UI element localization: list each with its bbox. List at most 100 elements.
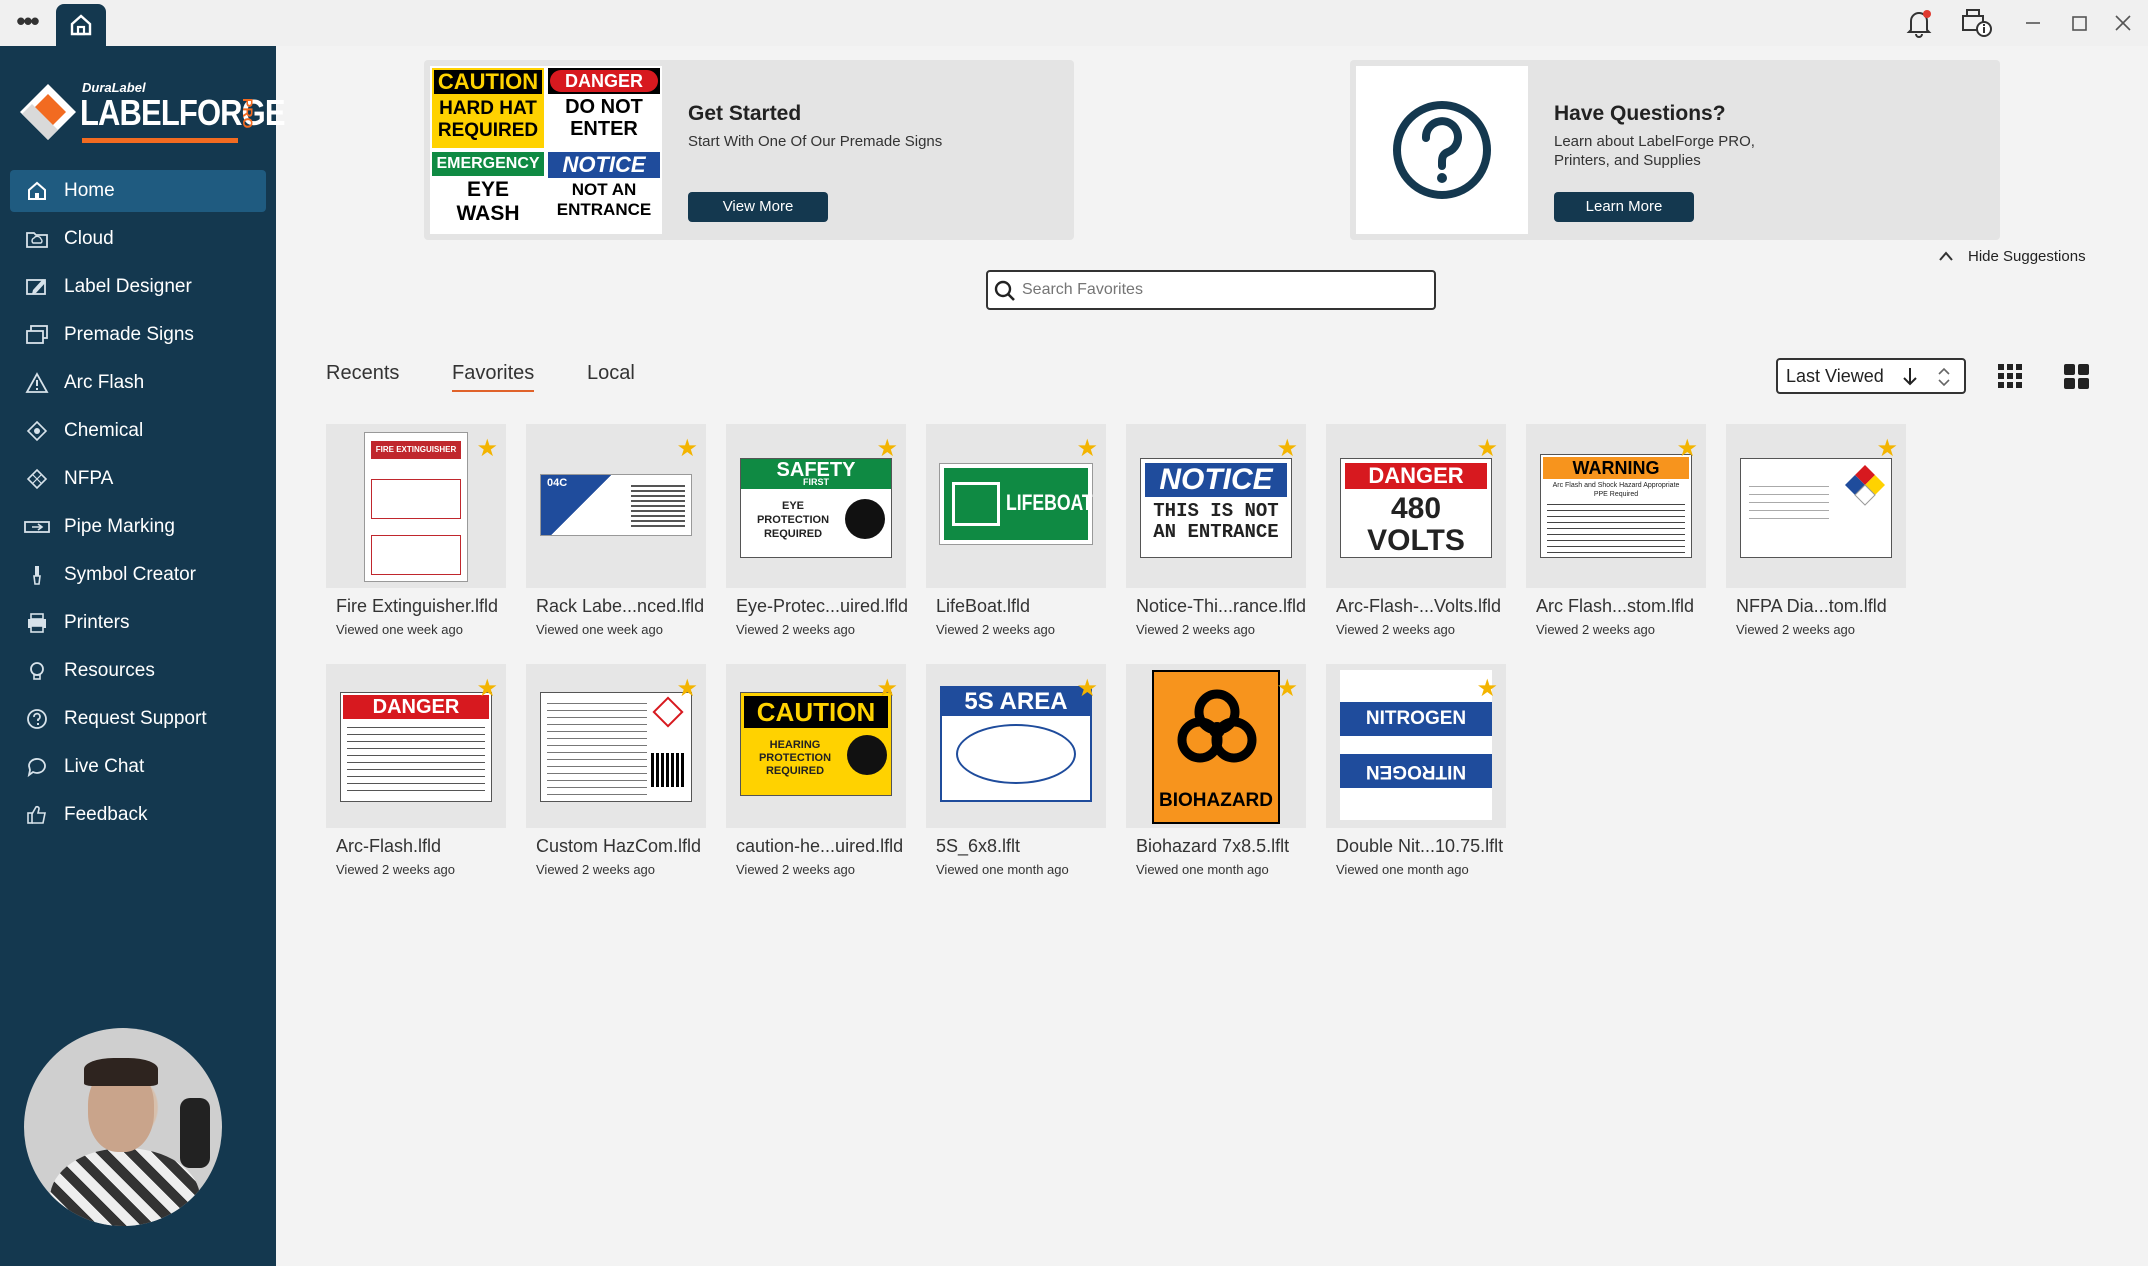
file-viewed: Viewed 2 weeks ago — [1136, 622, 1256, 637]
favorite-star-icon[interactable]: ★ — [1276, 434, 1298, 463]
file-card[interactable]: LIFEBOAT ★ LifeBoat.lfld Viewed 2 weeks … — [926, 424, 1106, 664]
sort-direction-arrow-icon[interactable] — [1900, 366, 1920, 388]
favorite-star-icon[interactable]: ★ — [876, 434, 898, 463]
file-name: NFPA Dia...tom.lfld — [1736, 596, 1887, 616]
sidebar: DuraLabel LABELFORGE PRO Home Cloud Labe… — [0, 46, 286, 1266]
favorite-star-icon[interactable]: ★ — [1676, 434, 1698, 463]
sidebar-item-live-chat[interactable]: Live Chat — [10, 746, 266, 788]
small-grid-view-button[interactable] — [1992, 358, 2028, 394]
sidebar-item-label-designer[interactable]: Label Designer — [10, 266, 266, 308]
5s-cycle-icon — [956, 724, 1076, 784]
search-input[interactable] — [1022, 278, 1422, 302]
file-card[interactable]: 04C ★ Rack Labe...nced.lfld Viewed one w… — [526, 424, 706, 664]
file-viewed: Viewed 2 weeks ago — [1736, 622, 1856, 637]
chat-icon — [24, 754, 50, 780]
favorite-star-icon[interactable]: ★ — [476, 674, 498, 703]
notification-bell-icon[interactable] — [1902, 6, 1936, 40]
file-name: Eye-Protec...uired.lfld — [736, 596, 909, 616]
avatar-shirt — [50, 1148, 200, 1226]
sidebar-item-cloud[interactable]: Cloud — [10, 218, 266, 260]
file-card[interactable]: DANGER 480 VOLTS ★ Arc-Flash-...Volts.lf… — [1326, 424, 1506, 664]
large-grid-view-button[interactable] — [2058, 358, 2094, 394]
sidebar-item-pipe-marking[interactable]: Pipe Marking — [10, 506, 266, 548]
home-tab[interactable] — [56, 4, 106, 46]
favorite-star-icon[interactable]: ★ — [1076, 434, 1098, 463]
favorite-star-icon[interactable]: ★ — [1476, 434, 1498, 463]
file-viewed: Viewed 2 weeks ago — [1336, 622, 1456, 637]
sidebar-item-feedback[interactable]: Feedback — [10, 794, 266, 836]
sidebar-item-premade-signs[interactable]: Premade Signs — [10, 314, 266, 356]
thumb-warning-head: WARNING — [1543, 457, 1689, 479]
search-favorites-box[interactable] — [986, 270, 1436, 310]
view-more-button[interactable]: View More — [688, 192, 828, 222]
favorite-star-icon[interactable]: ★ — [1876, 434, 1898, 463]
favorite-star-icon[interactable]: ★ — [1276, 674, 1298, 703]
file-card[interactable]: NITROGEN NITROGEN ★ Double Nit...10.75.l… — [1326, 664, 1506, 904]
file-card[interactable]: SAFETY FIRST EYE PROTECTION REQUIRED ★ E… — [726, 424, 909, 664]
sidebar-item-nfpa[interactable]: NFPA — [10, 458, 266, 500]
favorite-star-icon[interactable]: ★ — [876, 674, 898, 703]
hide-suggestions-toggle[interactable]: Hide Suggestions — [1939, 248, 2086, 265]
favorite-star-icon[interactable]: ★ — [476, 434, 498, 463]
learn-more-button[interactable]: Learn More — [1554, 192, 1694, 222]
thumb-hazcom — [540, 692, 692, 802]
help-circle-icon — [24, 706, 50, 732]
have-questions-title: Have Questions? — [1554, 102, 1726, 125]
get-started-title: Get Started — [688, 102, 802, 125]
thumb-caution-head: CAUTION — [744, 696, 888, 728]
file-name: Biohazard 7x8.5.lflt — [1136, 836, 1290, 856]
lifeboat-icon — [952, 482, 1000, 526]
premade-signs-preview: CAUTION HARD HAT REQUIRED DANGER DO NOT … — [430, 66, 662, 234]
sidebar-item-resources[interactable]: Resources — [10, 650, 266, 692]
sidebar-item-request-support[interactable]: Request Support — [10, 698, 266, 740]
tab-recents[interactable]: Recents — [326, 362, 399, 392]
have-questions-text-1: Learn about LabelForge PRO, — [1554, 133, 1755, 150]
sidebar-item-label: Home — [64, 180, 115, 201]
file-card[interactable]: DANGER ★ Arc-Flash.lfld Viewed 2 weeks a… — [326, 664, 506, 904]
have-questions-text-2: Printers, and Supplies — [1554, 152, 1701, 169]
sidebar-item-printers[interactable]: Printers — [10, 602, 266, 644]
thumb-fire-table-1 — [371, 479, 461, 519]
file-card[interactable]: NOTICE THIS IS NOT AN ENTRANCE ★ Notice-… — [1126, 424, 1306, 664]
thumb-safety-sub: FIRST — [803, 477, 829, 487]
favorite-star-icon[interactable]: ★ — [1076, 674, 1098, 703]
favorite-star-icon[interactable]: ★ — [676, 674, 698, 703]
get-started-card: CAUTION HARD HAT REQUIRED DANGER DO NOT … — [424, 60, 1074, 240]
sidebar-item-label: Feedback — [64, 804, 148, 825]
favorite-star-icon[interactable]: ★ — [676, 434, 698, 463]
thumb-danger-head: DANGER — [1345, 463, 1487, 489]
file-viewed: Viewed 2 weeks ago — [1536, 622, 1656, 637]
printer-info-icon[interactable] — [1958, 6, 1992, 40]
sign-emergency-head: EMERGENCY — [432, 152, 544, 176]
thumb-lifeboat: LIFEBOAT — [939, 463, 1093, 545]
thumb-nfpa — [1740, 458, 1892, 558]
close-button[interactable] — [2106, 8, 2140, 38]
thumb-danger-num: 480 — [1390, 492, 1442, 525]
file-viewed: Viewed one month ago — [936, 862, 1069, 877]
sidebar-item-chemical[interactable]: Chemical — [10, 410, 266, 452]
file-viewed: Viewed one month ago — [1336, 862, 1469, 877]
sidebar-item-home[interactable]: Home — [10, 170, 266, 212]
file-card[interactable]: CAUTION HEARING PROTECTION REQUIRED ★ ca… — [726, 664, 906, 904]
app-menu-button[interactable]: ••• — [10, 6, 44, 40]
file-name: Arc-Flash-...Volts.lfld — [1336, 596, 1502, 616]
sort-dropdown[interactable]: Last Viewed — [1776, 358, 1966, 394]
maximize-button[interactable] — [2062, 8, 2096, 38]
minimize-button[interactable] — [2016, 8, 2050, 38]
file-card[interactable]: ★ NFPA Dia...tom.lfld Viewed 2 weeks ago — [1726, 424, 1906, 664]
tab-favorites[interactable]: Favorites — [452, 362, 535, 392]
file-card[interactable]: BIOHAZARD ★ Biohazard 7x8.5.lflt Viewed … — [1126, 664, 1306, 904]
thumb-nitrogen: NITROGEN NITROGEN — [1340, 670, 1492, 820]
tab-local[interactable]: Local — [587, 362, 635, 392]
sidebar-item-arc-flash[interactable]: Arc Flash — [10, 362, 266, 404]
sign-notice-body: NOT AN ENTRANCE — [556, 180, 652, 219]
file-card[interactable]: FIRE EXTINGUISHER ★ Fire Extinguisher.lf… — [326, 424, 506, 664]
sidebar-item-symbol-creator[interactable]: Symbol Creator — [10, 554, 266, 596]
thumb-biohazard: BIOHAZARD — [1152, 670, 1280, 824]
thumb-lifeboat-text: LIFEBOAT — [1006, 490, 1093, 515]
file-card[interactable]: WARNING Arc Flash and Shock Hazard Appro… — [1526, 424, 1706, 664]
file-card[interactable]: 5S AREA ★ 5S_6x8.lflt Viewed one month a… — [926, 664, 1106, 904]
file-name: Fire Extinguisher.lfld — [336, 596, 499, 616]
favorite-star-icon[interactable]: ★ — [1476, 674, 1498, 703]
file-card[interactable]: ★ Custom HazCom.lfld Viewed 2 weeks ago — [526, 664, 706, 904]
